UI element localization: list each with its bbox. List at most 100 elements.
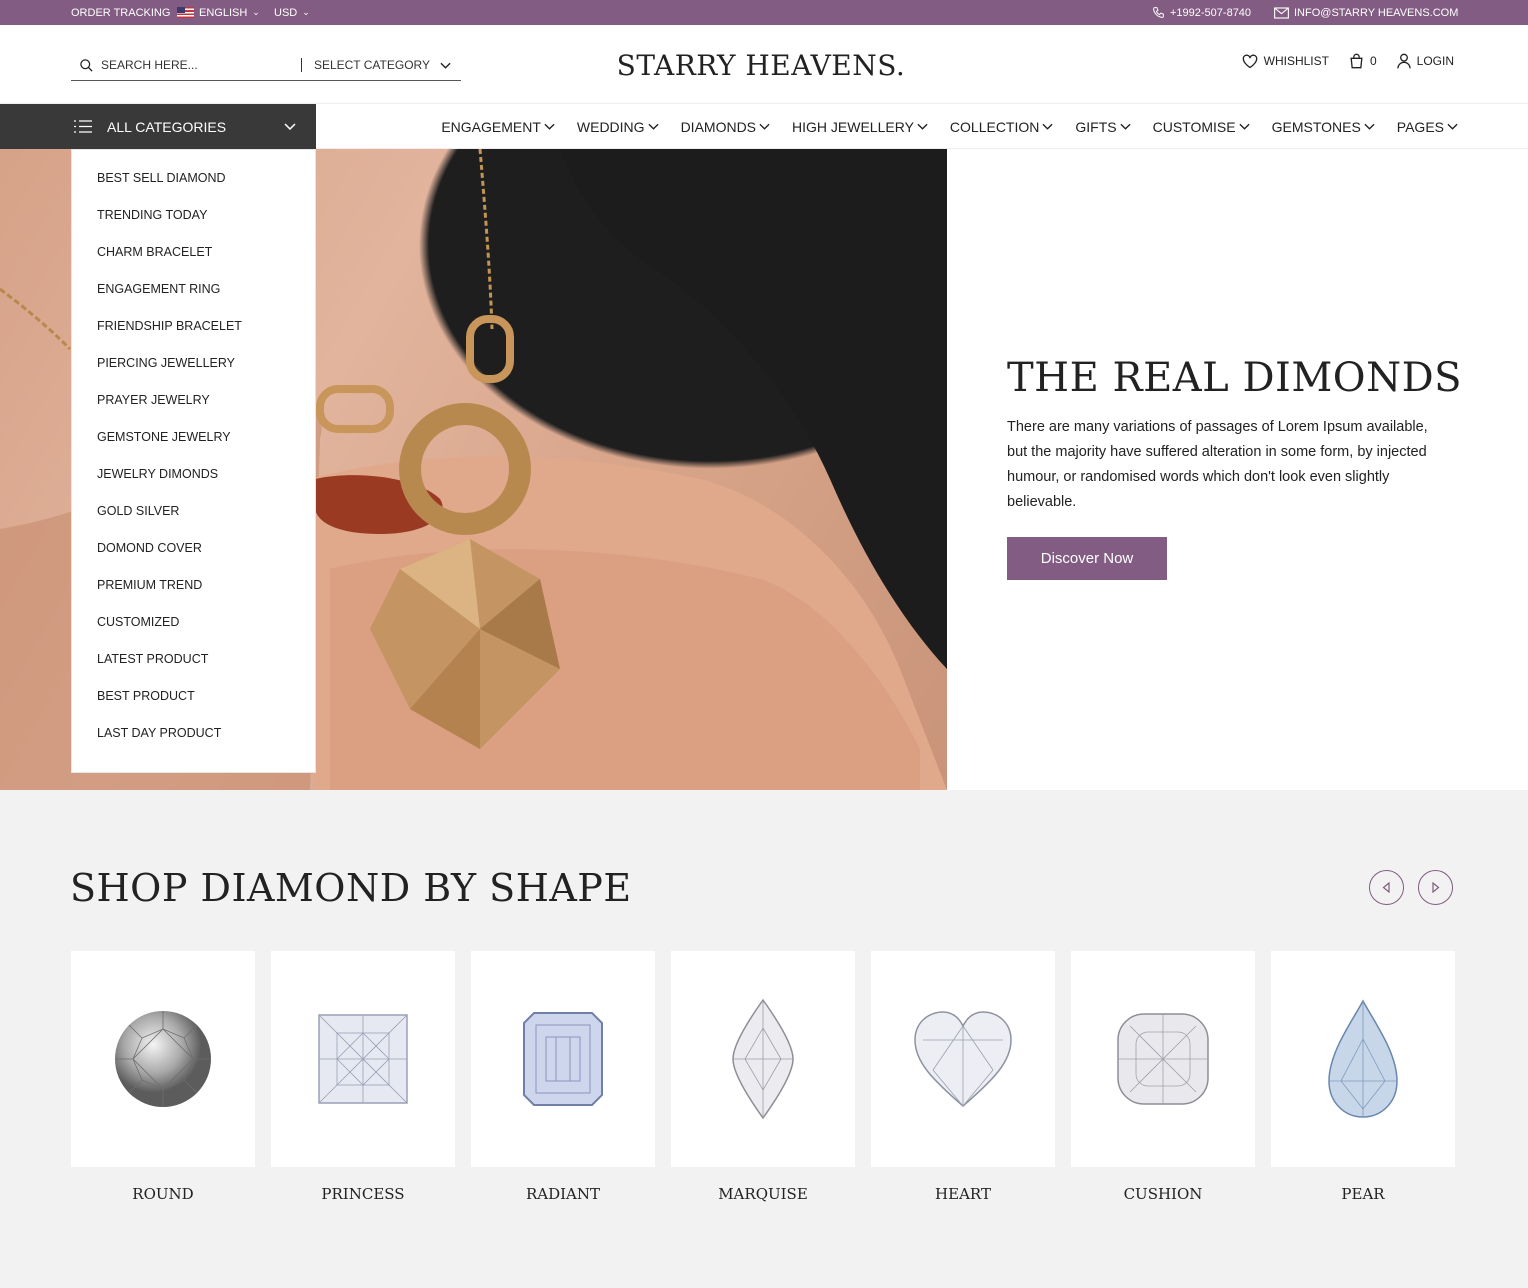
chevron-down-icon: ⌄ xyxy=(252,7,260,17)
select-category-dropdown[interactable]: SELECT CATEGORY xyxy=(314,58,461,72)
nav-item-label: HIGH JEWELLERY xyxy=(792,118,914,135)
cart-link[interactable]: 0 xyxy=(1349,53,1377,69)
shape-card-marquise[interactable]: MARQUISE xyxy=(671,951,855,1203)
nav-item-high-jewellery[interactable]: HIGH JEWELLERY xyxy=(792,119,928,135)
category-item[interactable]: LATEST PRODUCT xyxy=(72,649,315,686)
shape-name: HEART xyxy=(935,1185,991,1203)
category-item[interactable]: PREMIUM TREND xyxy=(72,575,315,612)
princess-diamond-icon xyxy=(318,1014,408,1104)
currency-selector[interactable]: USD ⌄ xyxy=(274,0,310,25)
radiant-diamond-icon xyxy=(523,1012,603,1106)
category-item[interactable]: CHARM BRACELET xyxy=(72,242,315,279)
all-categories-button[interactable]: ALL CATEGORIES xyxy=(0,104,316,149)
shape-card-heart[interactable]: HEART xyxy=(871,951,1055,1203)
category-item[interactable]: GOLD SILVER xyxy=(72,501,315,538)
email-link[interactable]: INFO@STARRY HEAVENS.COM xyxy=(1274,0,1458,25)
shape-image-box xyxy=(1071,951,1255,1167)
shape-card-princess[interactable]: PRINCESS xyxy=(271,951,455,1203)
shape-card-cushion[interactable]: CUSHION xyxy=(1071,951,1255,1203)
shape-name: RADIANT xyxy=(525,1185,601,1203)
search-icon[interactable] xyxy=(71,58,101,73)
mail-icon xyxy=(1274,6,1289,19)
category-item[interactable]: JEWELRY DIMONDS xyxy=(72,464,315,501)
chevron-down-icon xyxy=(1239,123,1250,130)
nav-item-gifts[interactable]: GIFTS xyxy=(1075,118,1131,135)
carousel-next-button[interactable] xyxy=(1418,870,1453,905)
login-link[interactable]: LOGIN xyxy=(1396,53,1454,69)
wishlist-label: WHISHLIST xyxy=(1263,54,1329,68)
chevron-down-icon xyxy=(1042,123,1053,130)
category-item[interactable]: TRENDING TODAY xyxy=(72,205,315,242)
chevron-down-icon xyxy=(1120,123,1131,130)
shape-image-box xyxy=(71,951,255,1167)
nav-menu: ENGAGEMENT WEDDING DIAMONDS HIGH JEWELLERY C… xyxy=(441,104,1458,149)
shape-image-box xyxy=(1271,951,1455,1167)
wishlist-link[interactable]: WHISHLIST xyxy=(1242,54,1329,69)
nav-item-gemstones[interactable]: GEMSTONES xyxy=(1272,119,1375,135)
all-categories-label: ALL CATEGORIES xyxy=(107,118,227,135)
cart-count: 0 xyxy=(1369,54,1377,68)
category-item[interactable]: GEMSTONE JEWELRY xyxy=(72,427,315,464)
shop-by-shape-title: SHOP DIAMOND BY SHAPE xyxy=(70,866,632,910)
category-item[interactable]: BEST PRODUCT xyxy=(72,686,315,723)
chevron-down-icon xyxy=(917,123,928,130)
shape-card-pear[interactable]: PEAR xyxy=(1271,951,1455,1203)
phone-link[interactable]: +1992-507-8740 xyxy=(1152,0,1251,25)
shopping-bag-icon xyxy=(1350,53,1363,69)
category-item[interactable]: LAST DAY PRODUCT xyxy=(72,723,315,760)
chevron-down-icon xyxy=(440,62,451,69)
carousel-prev-button[interactable] xyxy=(1369,870,1404,905)
main-navigation: ALL CATEGORIES ENGAGEMENT WEDDING DIAMONDS… xyxy=(0,104,1528,149)
round-diamond-icon xyxy=(115,1011,211,1107)
order-tracking-link[interactable]: ORDER TRACKING xyxy=(71,0,170,25)
nav-item-customise[interactable]: CUSTOMISE xyxy=(1153,119,1250,135)
site-logo[interactable]: STARRY HEAVENS. xyxy=(600,49,922,82)
login-label: LOGIN xyxy=(1416,54,1454,68)
search-divider xyxy=(300,58,302,72)
select-category-label: SELECT CATEGORY xyxy=(313,58,430,72)
chevron-down-icon xyxy=(759,123,770,130)
language-selector[interactable]: ENGLISH ⌄ xyxy=(177,0,260,25)
chevron-down-icon xyxy=(544,123,555,130)
shape-image-box xyxy=(671,951,855,1167)
nav-item-engagement[interactable]: ENGAGEMENT xyxy=(441,119,555,135)
chevron-down-icon xyxy=(284,123,296,130)
nav-item-label: GIFTS xyxy=(1075,118,1117,135)
chevron-left-icon xyxy=(1382,882,1390,893)
nav-item-wedding[interactable]: WEDDING xyxy=(577,119,659,135)
category-item[interactable]: CUSTOMIZED xyxy=(72,612,315,649)
phone-number: +1992-507-8740 xyxy=(1170,6,1252,19)
category-item[interactable]: PIERCING JEWELLERY xyxy=(72,353,315,390)
category-item[interactable]: ENGAGEMENT RING xyxy=(72,279,315,316)
category-item[interactable]: FRIENDSHIP BRACELET xyxy=(72,316,315,353)
category-item[interactable]: DOMOND COVER xyxy=(72,538,315,575)
marquise-diamond-icon xyxy=(732,998,794,1120)
site-header: SELECT CATEGORY STARRY HEAVENS. WHISHLIS… xyxy=(0,25,1528,104)
shape-name: CUSHION xyxy=(1123,1185,1203,1203)
shape-image-box xyxy=(471,951,655,1167)
shape-name: ROUND xyxy=(132,1185,194,1203)
email-address: INFO@STARRY HEAVENS.COM xyxy=(1294,6,1459,19)
currency-label: USD xyxy=(274,6,298,19)
chevron-down-icon xyxy=(1447,123,1458,130)
nav-item-collection[interactable]: COLLECTION xyxy=(950,119,1053,135)
nav-item-pages[interactable]: PAGES xyxy=(1397,119,1458,135)
heart-diamond-icon xyxy=(914,1011,1012,1107)
category-item[interactable]: BEST SELL DIAMOND xyxy=(72,168,315,205)
nav-item-diamonds[interactable]: DIAMONDS xyxy=(681,119,770,135)
list-menu-icon xyxy=(74,120,92,133)
nav-item-label: CUSTOMISE xyxy=(1152,118,1236,135)
chevron-down-icon xyxy=(1364,123,1375,130)
discover-now-button[interactable]: Discover Now xyxy=(1007,537,1167,580)
chevron-right-icon xyxy=(1432,882,1440,893)
shape-cards: ROUND PRINCESS RADIANT MARQUISE HEART CU… xyxy=(71,951,1455,1203)
shape-card-round[interactable]: ROUND xyxy=(71,951,255,1203)
search-bar: SELECT CATEGORY xyxy=(71,50,461,81)
header-actions: WHISHLIST 0 LOGIN xyxy=(1242,53,1454,69)
cushion-diamond-icon xyxy=(1117,1013,1209,1105)
nav-item-label: PAGES xyxy=(1396,118,1444,135)
shape-card-radiant[interactable]: RADIANT xyxy=(471,951,655,1203)
chevron-down-icon: ⌄ xyxy=(302,7,310,17)
search-input[interactable] xyxy=(101,58,289,72)
category-item[interactable]: PRAYER JEWELRY xyxy=(72,390,315,427)
